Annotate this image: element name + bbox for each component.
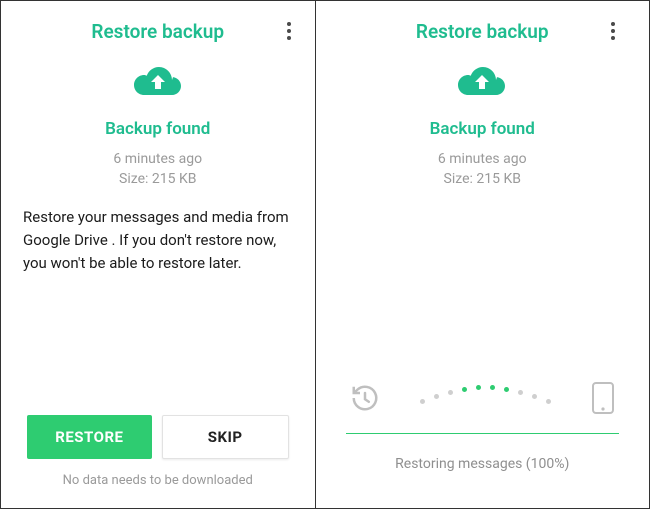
restore-history-icon <box>350 383 380 413</box>
app-bar: Restore backup <box>342 15 624 47</box>
dual-screenshot-frame: Restore backup Backup found 6 minutes ag… <box>0 0 650 509</box>
app-bar: Restore backup <box>17 15 299 47</box>
backup-meta: 6 minutes ago Size: 215 KB <box>17 149 299 190</box>
page-title: Restore backup <box>416 20 549 43</box>
transfer-dots <box>388 390 584 395</box>
backup-time: 6 minutes ago <box>17 149 299 169</box>
restore-button[interactable]: RESTORE <box>27 415 152 459</box>
cloud-upload-icon <box>342 65 624 103</box>
backup-found-title: Backup found <box>17 119 299 139</box>
restore-description: Restore your messages and media from Goo… <box>17 206 299 276</box>
action-button-row: RESTORE SKIP <box>17 415 299 459</box>
backup-time: 6 minutes ago <box>342 149 624 169</box>
progress-text: Restoring messages (100%) <box>342 456 624 472</box>
download-footnote: No data needs to be downloaded <box>17 473 299 488</box>
page-title: Restore backup <box>91 20 224 43</box>
cloud-upload-icon <box>17 65 299 103</box>
backup-meta: 6 minutes ago Size: 215 KB <box>342 149 624 190</box>
backup-found-title: Backup found <box>342 119 624 139</box>
backup-size: Size: 215 KB <box>342 169 624 189</box>
progress-bar <box>346 433 620 434</box>
backup-size: Size: 215 KB <box>17 169 299 189</box>
phone-icon <box>591 381 615 415</box>
restore-progress-block: Restoring messages (100%) <box>342 381 624 472</box>
screen-restore-prompt: Restore backup Backup found 6 minutes ag… <box>1 1 316 508</box>
more-vert-icon[interactable] <box>603 19 623 43</box>
more-vert-icon[interactable] <box>279 19 299 43</box>
transfer-animation <box>342 381 624 415</box>
skip-button[interactable]: SKIP <box>162 415 289 459</box>
screen-restore-progress: Restore backup Backup found 6 minutes ag… <box>316 1 650 508</box>
